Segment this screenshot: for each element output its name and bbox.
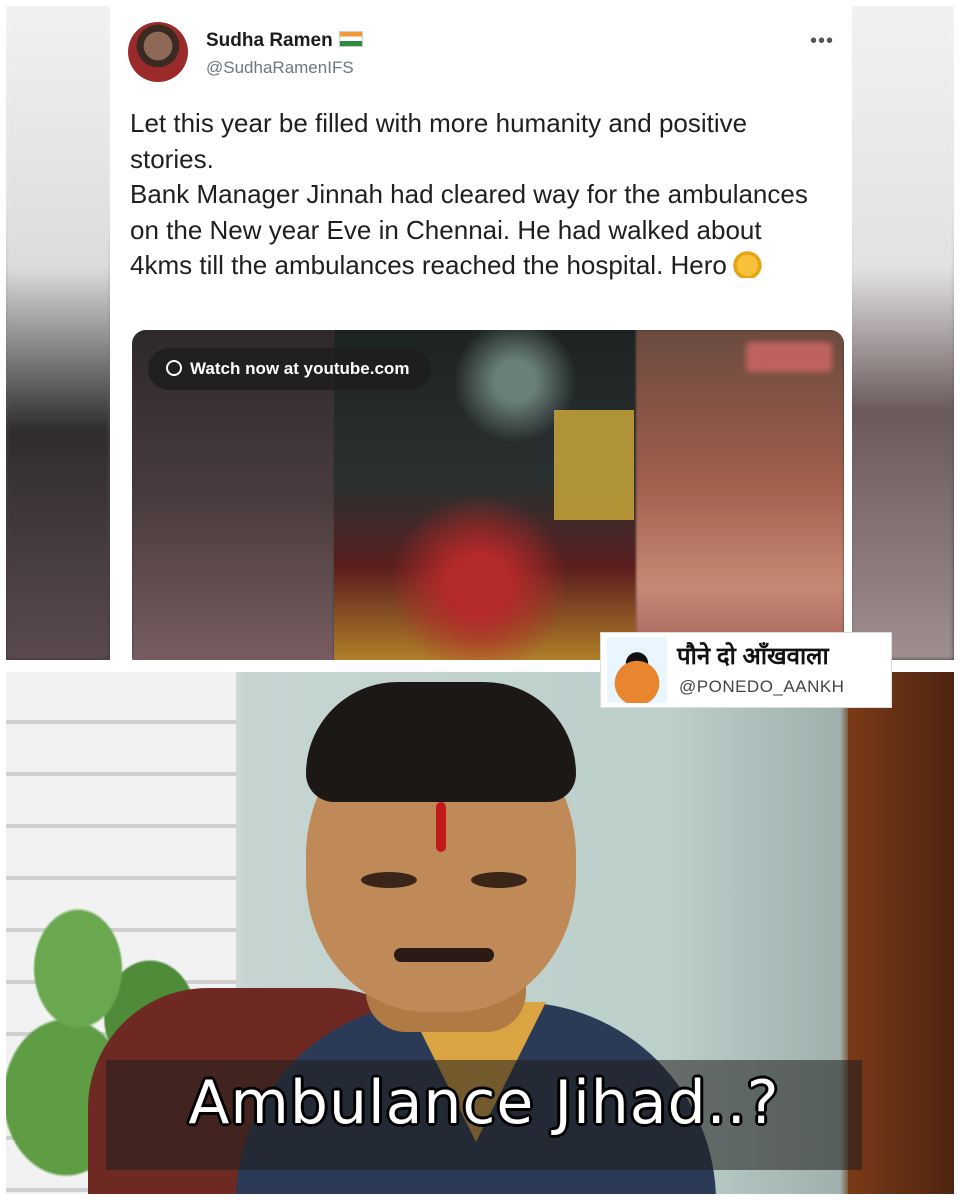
video-blurred-right: [636, 330, 844, 660]
wooden-door: [848, 672, 954, 1194]
flag-india-icon: [338, 31, 363, 47]
tweet-text: Let this year be filled with more humani…: [130, 106, 830, 284]
left-eye: [361, 872, 417, 888]
tweet-screenshot-panel: Sudha Ramen @SudhaRamenIFS ••• Let this …: [6, 6, 954, 660]
video-blurred-highlight: [746, 342, 832, 372]
mustache: [394, 948, 494, 962]
watermark: पौने दो आँखवाला @PONEDO_AANKH: [600, 632, 892, 708]
video-truck: [554, 410, 634, 520]
meme-photo-panel: Ambulance Jihad..?: [6, 672, 954, 1194]
watch-now-label: Watch now at youtube.com: [190, 359, 410, 378]
author-name[interactable]: Sudha Ramen: [206, 30, 363, 52]
blurred-background-right: [850, 6, 954, 660]
man-hair: [306, 682, 576, 802]
video-embed[interactable]: Watch now at youtube.com: [132, 330, 844, 660]
more-options-icon[interactable]: •••: [810, 30, 834, 53]
blurred-background-left: [6, 6, 110, 660]
author-name-text: Sudha Ramen: [206, 30, 333, 51]
meme-caption: Ambulance Jihad..?: [188, 1068, 780, 1138]
ponedo-aankh-logo: [607, 637, 667, 703]
tilak-mark: [436, 802, 446, 852]
link-icon: [162, 356, 186, 380]
clapping-hands-icon: [732, 250, 765, 278]
watermark-handle: @PONEDO_AANKH: [679, 677, 845, 696]
avatar[interactable]: [128, 22, 188, 82]
tweet-text-body: Let this year be filled with more humani…: [130, 108, 808, 280]
watch-now-button[interactable]: Watch now at youtube.com: [148, 348, 432, 390]
watermark-title: पौने दो आँखवाला: [677, 643, 829, 670]
author-handle[interactable]: @SudhaRamenIFS: [206, 58, 354, 78]
right-eye: [471, 872, 527, 888]
tweet-card: Sudha Ramen @SudhaRamenIFS ••• Let this …: [110, 6, 852, 660]
